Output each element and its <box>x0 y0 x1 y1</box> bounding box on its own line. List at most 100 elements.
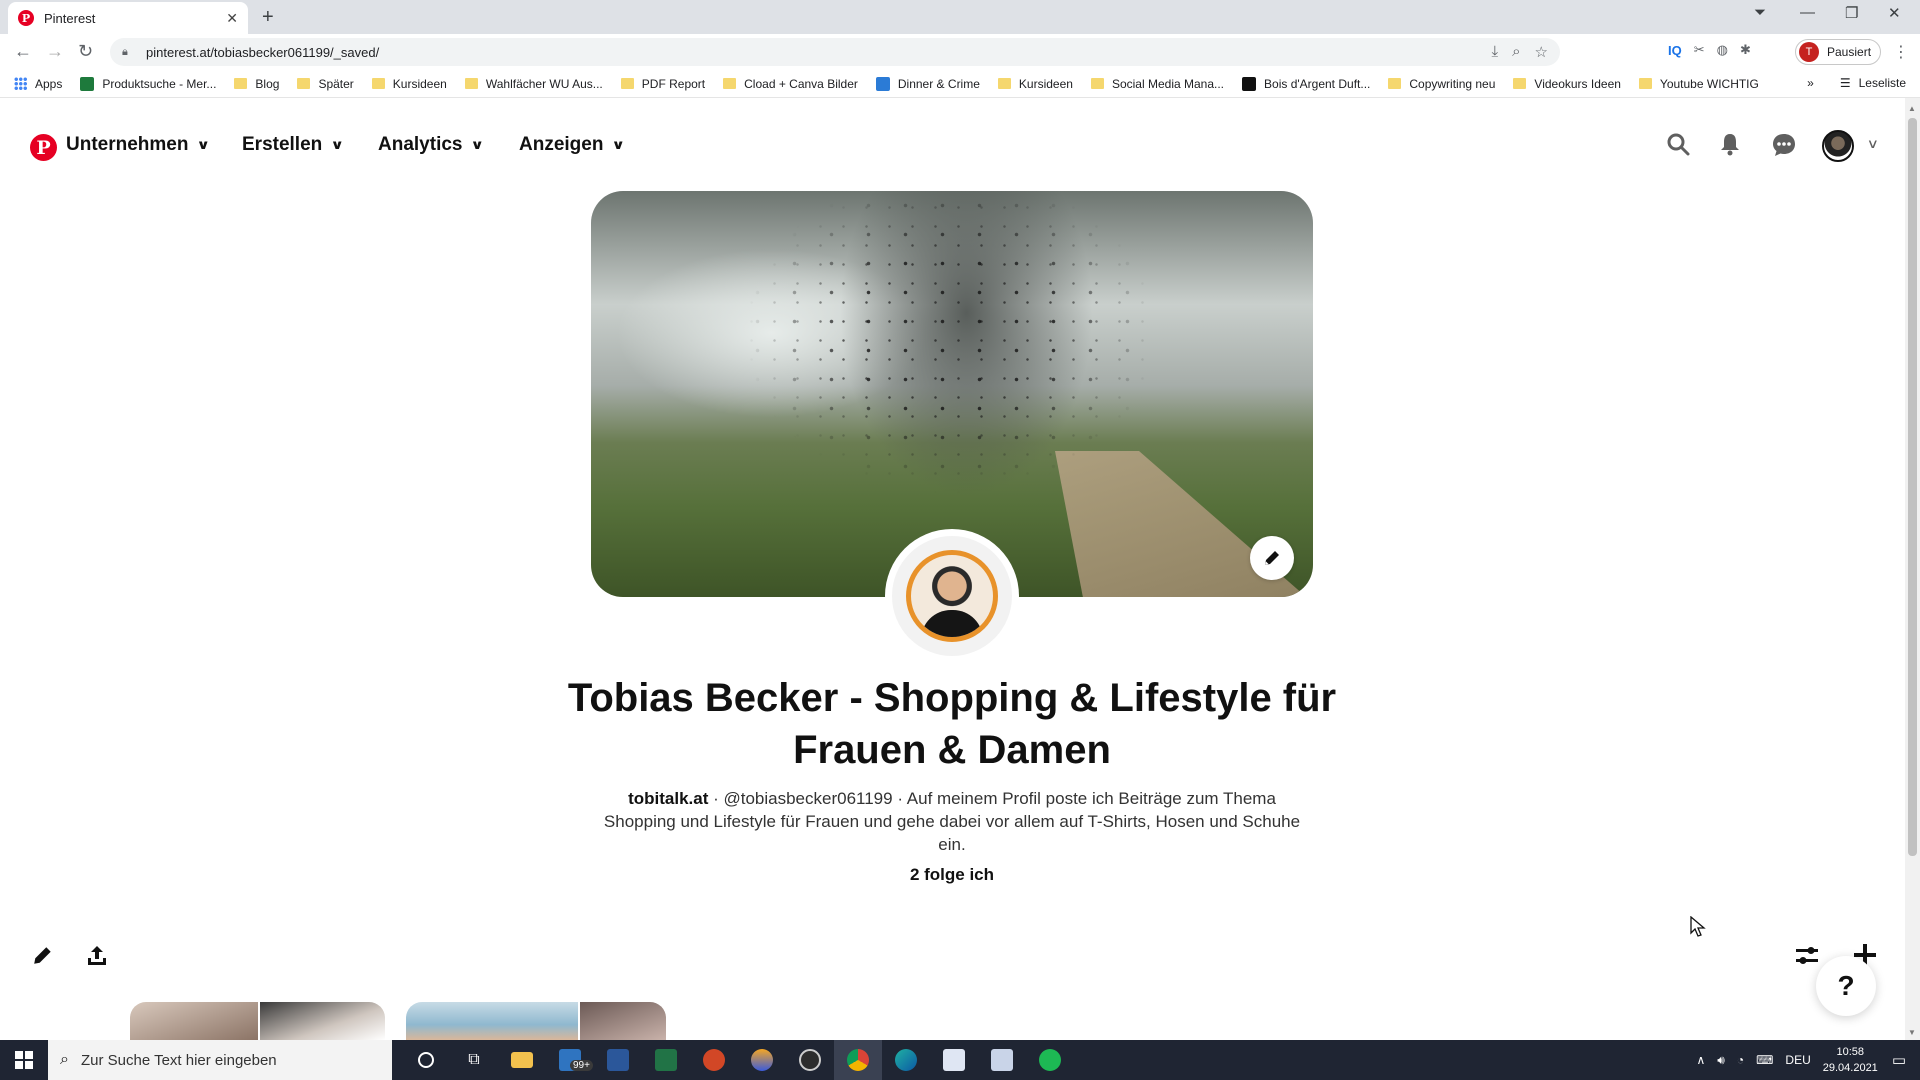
bookmark-item[interactable]: Videokurs Ideen <box>1513 77 1621 91</box>
bookmark-item[interactable]: Social Media Mana... <box>1090 76 1225 91</box>
new-tab-icon[interactable]: + <box>262 6 274 29</box>
app-dark-circle-icon[interactable] <box>786 1040 834 1080</box>
bookmark-item[interactable]: Produktsuche - Mer... <box>80 76 216 91</box>
reading-list-button[interactable]: ☰ Leseliste <box>1840 76 1906 90</box>
nav-anzeigen[interactable]: Anzeigen ∨ <box>519 134 626 156</box>
scroll-down-icon[interactable]: ▼ <box>1908 1028 1916 1037</box>
tab-close-icon[interactable]: ✕ <box>226 10 238 27</box>
app-window-icon[interactable] <box>978 1040 1026 1080</box>
profile-website-link[interactable]: tobitalk.at <box>628 789 708 808</box>
profile-name: Tobias Becker - Shopping & Lifestyle für… <box>567 676 1337 772</box>
edit-profile-pencil-icon[interactable] <box>32 944 54 971</box>
install-icon[interactable]: ⤓ <box>1492 43 1499 61</box>
back-icon[interactable]: ← <box>14 41 32 62</box>
extensions-puzzle-icon[interactable]: ✱ <box>1740 42 1751 58</box>
restore-icon[interactable]: ❐ <box>1845 4 1858 22</box>
bookmark-item[interactable]: Blog <box>234 77 279 91</box>
bookmark-item[interactable]: Cload + Canva Bilder <box>723 77 858 91</box>
scroll-up-icon[interactable]: ▲ <box>1908 104 1916 113</box>
chrome-icon[interactable] <box>834 1040 882 1080</box>
help-button[interactable]: ? <box>1816 956 1876 1016</box>
search-icon[interactable] <box>1666 132 1690 162</box>
tray-chevron-up-icon[interactable]: ∧ <box>1696 1053 1705 1067</box>
edit-cover-button[interactable] <box>1250 536 1294 580</box>
task-view-icon[interactable]: ⧉ <box>450 1040 498 1080</box>
zoom-icon[interactable]: ⌕ <box>1512 43 1520 61</box>
taskbar-search-input[interactable]: ⌕ Zur Suche Text hier eingeben <box>48 1040 392 1080</box>
bookmark-item[interactable]: Apps <box>14 77 62 91</box>
cortana-icon[interactable] <box>402 1040 450 1080</box>
powerpoint-icon[interactable] <box>690 1040 738 1080</box>
tab-search-icon[interactable]: ⏷ <box>1754 4 1766 21</box>
nav-erstellen[interactable]: Erstellen ∨ <box>242 134 344 156</box>
chat-icon[interactable] <box>1771 132 1797 164</box>
bookmark-item[interactable]: Kursideen <box>371 76 447 91</box>
minimize-icon[interactable]: — <box>1800 4 1815 21</box>
bookmark-star-icon[interactable]: ☆ <box>1535 43 1548 61</box>
spotify-icon[interactable] <box>1026 1040 1074 1080</box>
site-favicon-icon <box>875 76 890 91</box>
bookmark-item[interactable]: Youtube WICHTIG <box>1638 77 1759 91</box>
language-indicator[interactable]: DEU <box>1785 1053 1810 1067</box>
nav-analytics[interactable]: Analytics ∨ <box>378 134 485 156</box>
wifi-icon[interactable]: ◔ <box>1737 1053 1744 1067</box>
bookmark-label: PDF Report <box>641 76 706 91</box>
extension-tag-icon[interactable]: ✂ <box>1694 42 1705 58</box>
board-thumbnail[interactable] <box>406 1002 666 1040</box>
keyboard-icon[interactable]: ⌨ <box>1756 1053 1773 1067</box>
bookmark-label: Wahlfächer WU Aus... <box>485 76 603 91</box>
bell-icon[interactable] <box>1718 132 1742 162</box>
apps-grid-icon <box>14 77 27 90</box>
share-upload-icon[interactable] <box>85 944 109 973</box>
pencil-icon <box>1265 551 1279 565</box>
folder-icon <box>620 78 634 89</box>
profile-photo <box>906 550 998 642</box>
volume-icon[interactable]: 🔊︎ <box>1717 1053 1725 1068</box>
browser-profile-button[interactable]: T Pausiert <box>1795 39 1881 65</box>
bookmark-item[interactable]: Copywriting neu <box>1388 77 1495 91</box>
browser-menu-icon[interactable]: ⋮ <box>1893 42 1909 62</box>
bookmark-item[interactable]: Wahlfächer WU Aus... <box>464 76 603 91</box>
forward-icon[interactable]: → <box>46 41 64 62</box>
site-favicon-icon <box>80 76 95 91</box>
pinterest-logo-icon[interactable]: P <box>30 134 57 161</box>
reading-list-label: Leseliste <box>1858 76 1906 90</box>
account-chevron-icon[interactable]: ∨ <box>1867 136 1879 152</box>
separator: · <box>892 789 907 808</box>
bookmark-label: Social Media Mana... <box>1111 76 1225 91</box>
bookmark-item[interactable]: PDF Report <box>620 76 706 91</box>
extension-iq-icon[interactable]: IQ <box>1668 43 1682 58</box>
address-bar[interactable]: 🔒︎ pinterest.at/tobiasbecker061199/_save… <box>110 38 1560 66</box>
profile-handle: @tobiasbecker061199 <box>723 789 893 808</box>
folder-icon <box>464 78 478 89</box>
notifications-icon[interactable]: ▭ <box>1892 1051 1906 1069</box>
window-close-icon[interactable]: ✕ <box>1888 4 1901 22</box>
more-bookmarks-icon[interactable]: » <box>1807 76 1814 90</box>
folder-icon <box>723 78 737 89</box>
scrollbar-thumb[interactable] <box>1908 118 1917 856</box>
folder-icon <box>371 78 385 89</box>
bookmark-item[interactable]: Bois d'Argent Duft... <box>1242 76 1370 91</box>
mail-icon[interactable]: 99+ <box>546 1040 594 1080</box>
extension-circle-icon[interactable]: ◍ <box>1717 42 1728 58</box>
app-orange-icon[interactable] <box>738 1040 786 1080</box>
nav-unternehmen[interactable]: Unternehmen ∨ <box>66 134 211 156</box>
user-avatar[interactable] <box>1822 130 1854 162</box>
bookmark-item[interactable]: Kursideen <box>997 77 1073 91</box>
file-explorer-icon[interactable] <box>498 1040 546 1080</box>
bookmark-label: Kursideen <box>392 76 447 91</box>
windows-start-icon[interactable] <box>0 1040 48 1080</box>
filter-sliders-icon[interactable] <box>1794 944 1820 973</box>
reload-icon[interactable]: ↻ <box>78 41 93 62</box>
app-chart-icon[interactable] <box>930 1040 978 1080</box>
bookmark-item[interactable]: Dinner & Crime <box>875 76 980 91</box>
bookmark-item[interactable]: Später <box>297 77 354 91</box>
edge-icon[interactable] <box>882 1040 930 1080</box>
following-count[interactable]: 2 folge ich <box>852 865 1052 885</box>
taskbar-clock[interactable]: 10:58 29.04.2021 <box>1823 1044 1878 1076</box>
excel-icon[interactable] <box>642 1040 690 1080</box>
board-thumbnail[interactable] <box>130 1002 385 1040</box>
word-icon[interactable] <box>594 1040 642 1080</box>
browser-tab[interactable]: P Pinterest ✕ <box>8 2 248 34</box>
profile-avatar[interactable] <box>885 529 1019 663</box>
